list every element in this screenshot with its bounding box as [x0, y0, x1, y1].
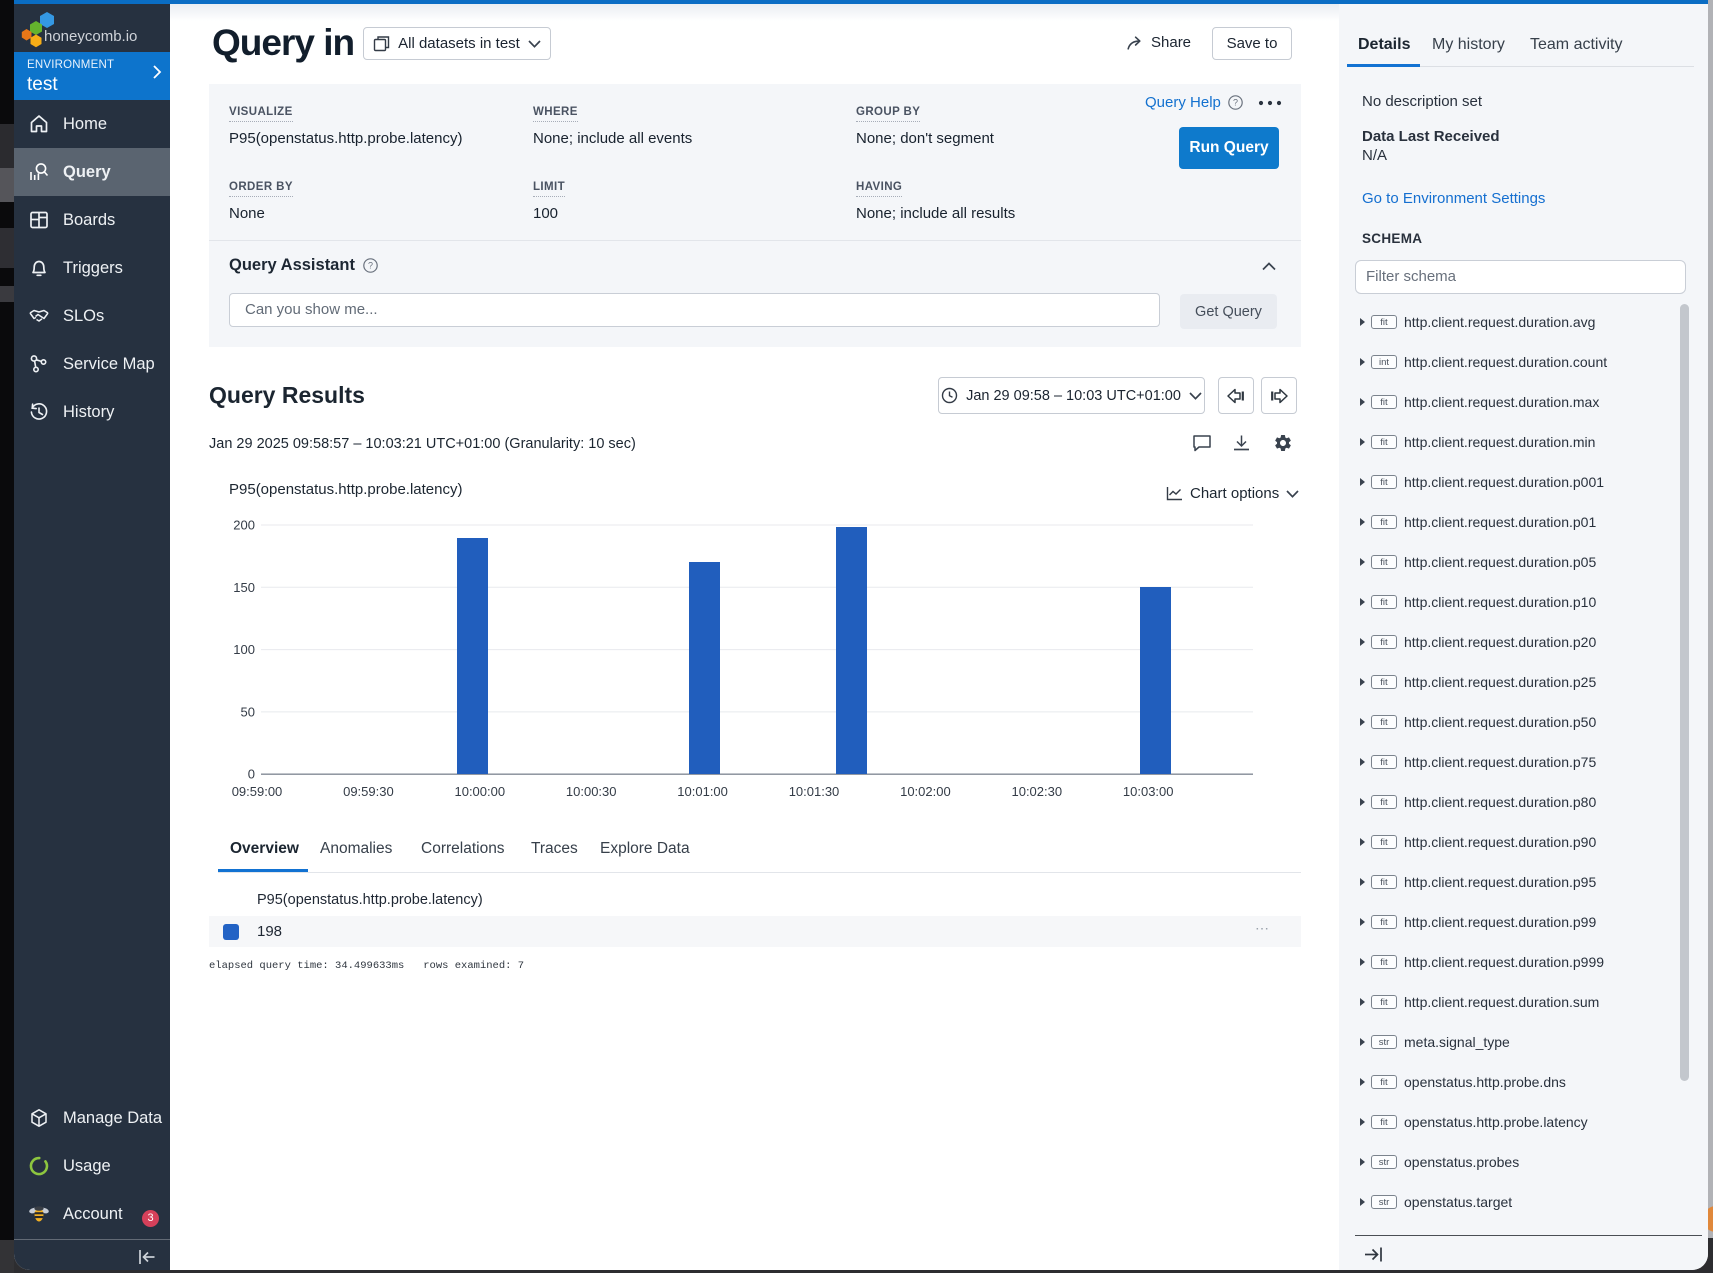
- svg-text:10:02:00: 10:02:00: [900, 784, 951, 799]
- svg-text:?: ?: [368, 261, 373, 271]
- svg-text:10:00:30: 10:00:30: [566, 784, 617, 799]
- svg-text:10:00:00: 10:00:00: [454, 784, 505, 799]
- svg-text:100: 100: [233, 642, 255, 657]
- svg-text:09:59:00: 09:59:00: [232, 784, 283, 799]
- svg-text:honeycomb.io: honeycomb.io: [44, 28, 137, 45]
- svg-text:10:01:30: 10:01:30: [789, 784, 840, 799]
- svg-text:0: 0: [248, 767, 255, 782]
- svg-text:10:02:30: 10:02:30: [1011, 784, 1062, 799]
- svg-text:150: 150: [233, 580, 255, 595]
- svg-text:09:59:30: 09:59:30: [343, 784, 394, 799]
- svg-text:10:01:00: 10:01:00: [677, 784, 728, 799]
- svg-text:50: 50: [241, 704, 255, 719]
- svg-text:200: 200: [233, 518, 255, 533]
- svg-text:?: ?: [1233, 98, 1238, 108]
- svg-text:10:03:00: 10:03:00: [1123, 784, 1174, 799]
